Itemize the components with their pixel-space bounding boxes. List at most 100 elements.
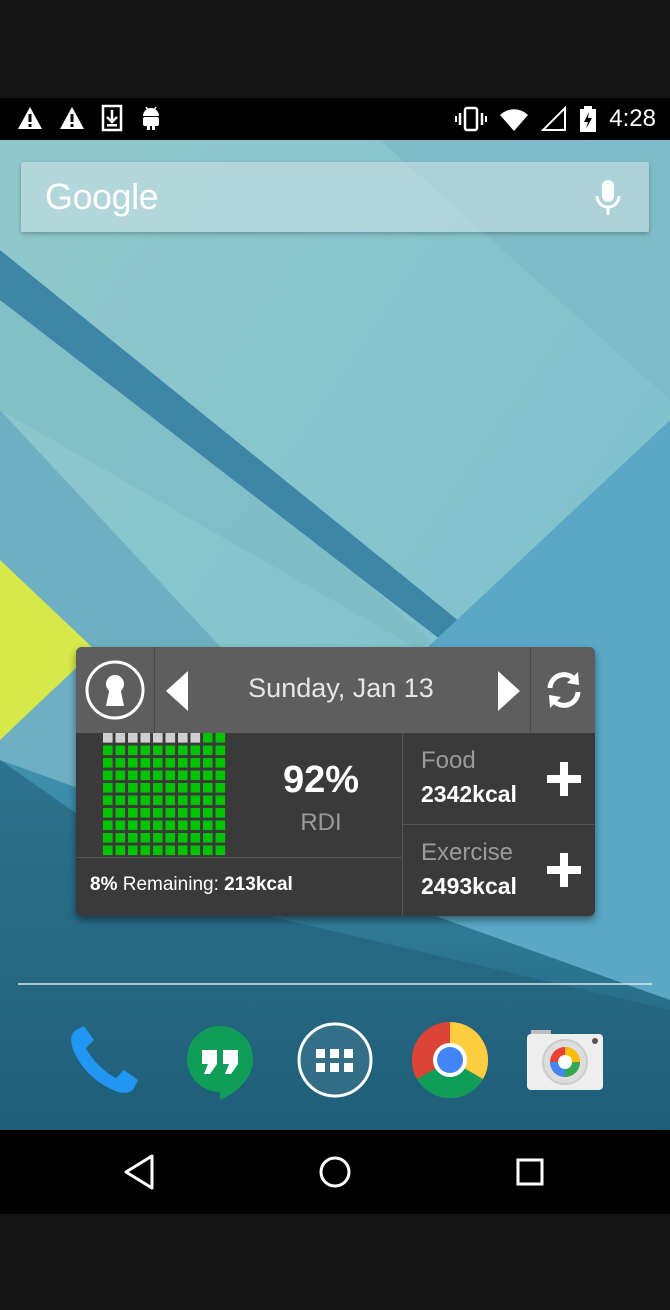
progress-cell-filled <box>153 770 163 781</box>
progress-cell-filled <box>203 733 213 743</box>
progress-cell-empty <box>190 733 201 743</box>
progress-cell-filled <box>153 808 163 818</box>
add-exercise-plus-icon[interactable] <box>544 850 584 890</box>
previous-day-arrow-icon[interactable] <box>164 669 190 713</box>
progress-cell-filled <box>203 808 213 818</box>
camera-icon[interactable] <box>525 1020 605 1100</box>
progress-cell-filled <box>203 745 213 756</box>
progress-cell-filled <box>140 833 151 843</box>
rdi-progress-grid <box>103 733 226 856</box>
back-icon[interactable] <box>118 1150 162 1194</box>
app-drawer-icon[interactable] <box>295 1020 375 1100</box>
progress-cell-filled <box>190 808 201 818</box>
progress-cell-filled <box>215 783 226 793</box>
wifi-icon <box>500 109 529 131</box>
progress-cell-filled <box>190 758 201 768</box>
progress-cell-filled <box>115 783 126 793</box>
progress-cell-filled <box>178 833 188 843</box>
progress-cell-empty <box>103 733 113 743</box>
progress-cell-filled <box>215 833 226 843</box>
progress-cell-filled <box>190 783 201 793</box>
progress-cell-filled <box>165 745 176 756</box>
progress-cell-filled <box>128 795 138 806</box>
google-search-bar[interactable]: Google <box>21 162 649 232</box>
dock-divider <box>18 983 652 985</box>
widget-date: Sunday, Jan 13 <box>248 673 434 703</box>
divider <box>76 857 402 858</box>
progress-cell-filled <box>128 770 138 781</box>
progress-cell-filled <box>153 845 163 856</box>
progress-cell-filled <box>203 795 213 806</box>
progress-cell-filled <box>203 783 213 793</box>
progress-cell-filled <box>178 758 188 768</box>
recents-icon[interactable] <box>508 1150 552 1194</box>
refresh-button[interactable] <box>530 647 595 733</box>
progress-cell-filled <box>128 783 138 793</box>
progress-cell-empty <box>115 733 126 743</box>
next-day-arrow-icon[interactable] <box>496 669 522 713</box>
progress-cell-filled <box>215 745 226 756</box>
rdi-percent: 92% <box>282 759 360 801</box>
progress-cell-filled <box>215 733 226 743</box>
widget-header: Sunday, Jan 13 <box>76 647 595 733</box>
remaining-label: Remaining: <box>117 874 225 895</box>
progress-cell-filled <box>140 783 151 793</box>
keyhole-icon <box>85 660 145 720</box>
progress-cell-filled <box>165 845 176 856</box>
progress-cell-filled <box>140 758 151 768</box>
progress-cell-filled <box>203 845 213 856</box>
download-icon <box>101 104 123 132</box>
progress-cell-filled <box>178 745 188 756</box>
progress-cell-filled <box>178 820 188 831</box>
progress-cell-filled <box>178 795 188 806</box>
rdi-label: RDI <box>300 809 342 836</box>
progress-cell-empty <box>153 733 163 743</box>
progress-cell-filled <box>153 758 163 768</box>
progress-cell-filled <box>103 758 113 768</box>
progress-cell-filled <box>203 770 213 781</box>
progress-cell-filled <box>178 770 188 781</box>
progress-cell-filled <box>140 745 151 756</box>
progress-cell-empty <box>178 733 188 743</box>
progress-cell-filled <box>128 808 138 818</box>
signal-icon <box>541 105 567 131</box>
add-food-plus-icon[interactable] <box>544 759 584 799</box>
progress-cell-filled <box>128 833 138 843</box>
hangouts-icon[interactable] <box>180 1020 260 1100</box>
phone-icon[interactable] <box>64 1020 144 1100</box>
wallpaper <box>0 140 670 1130</box>
lock-button[interactable] <box>76 647 155 733</box>
progress-cell-filled <box>215 758 226 768</box>
progress-cell-filled <box>153 833 163 843</box>
progress-cell-filled <box>215 795 226 806</box>
progress-cell-filled <box>215 820 226 831</box>
progress-cell-filled <box>103 845 113 856</box>
refresh-icon <box>547 672 580 708</box>
progress-cell-filled <box>165 820 176 831</box>
progress-cell-filled <box>215 770 226 781</box>
navigation-bar <box>0 1130 670 1214</box>
progress-cell-filled <box>165 795 176 806</box>
progress-cell-filled <box>190 745 201 756</box>
progress-cell-filled <box>190 833 201 843</box>
microphone-icon[interactable] <box>593 178 623 218</box>
progress-cell-filled <box>178 808 188 818</box>
progress-cell-filled <box>153 745 163 756</box>
progress-cell-filled <box>103 795 113 806</box>
progress-cell-filled <box>140 795 151 806</box>
progress-cell-filled <box>165 758 176 768</box>
progress-cell-filled <box>178 845 188 856</box>
progress-cell-filled <box>103 820 113 831</box>
progress-cell-filled <box>115 795 126 806</box>
progress-cell-filled <box>115 845 126 856</box>
chrome-icon[interactable] <box>410 1020 490 1100</box>
progress-cell-filled <box>128 758 138 768</box>
progress-cell-filled <box>103 770 113 781</box>
home-icon[interactable] <box>313 1150 357 1194</box>
progress-cell-filled <box>128 745 138 756</box>
progress-cell-filled <box>190 820 201 831</box>
vibrate-icon <box>455 106 488 132</box>
progress-cell-filled <box>103 745 113 756</box>
status-bar: 4:28 <box>0 98 670 140</box>
progress-cell-filled <box>115 808 126 818</box>
